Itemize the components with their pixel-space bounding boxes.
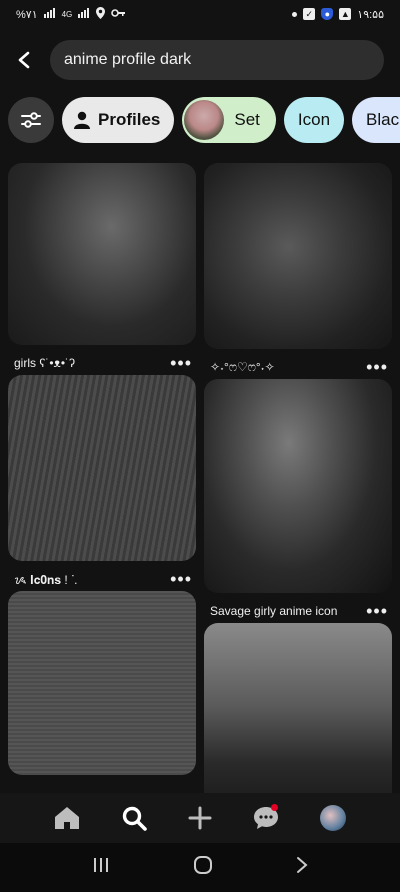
pin-meta: girls ʕ˙•ᴥ•˙ʔ ••• (8, 345, 196, 375)
plus-icon (188, 806, 212, 830)
nav-profile[interactable] (315, 800, 351, 836)
battery-text: %۷۱ (16, 8, 38, 21)
status-right: ✓ ● ▲ ۱۹:۵۵ (292, 8, 384, 21)
search-icon (122, 806, 147, 831)
set-thumbnail (184, 100, 225, 140)
chip-set-label: Set (234, 110, 260, 129)
recent-apps-icon (93, 858, 108, 872)
more-options-icon[interactable]: ••• (170, 354, 192, 372)
signal-icon (43, 7, 56, 21)
chip-set[interactable]: Set (182, 97, 276, 143)
chip-icon-label: Icon (297, 110, 331, 129)
search-input[interactable]: anime profile dark (50, 40, 384, 80)
feed-column-left: girls ʕ˙•ᴥ•˙ʔ ••• ᝰ 𝐈𝐜𝟎𝐧𝐬 ! ᐝ. ••• (8, 163, 196, 775)
key-icon (111, 8, 126, 21)
more-options-icon[interactable]: ••• (366, 358, 388, 376)
pin-title: girls ʕ˙•ᴥ•˙ʔ (14, 356, 76, 370)
home-icon (55, 807, 80, 829)
pin-image[interactable] (8, 591, 196, 775)
pin-card[interactable] (204, 623, 392, 793)
home-system-button[interactable] (193, 855, 213, 880)
back-system-button[interactable] (296, 856, 308, 879)
shield-icon: ● (321, 8, 334, 20)
more-options-icon[interactable]: ••• (366, 602, 388, 620)
pin-image[interactable] (204, 163, 392, 349)
recent-apps-button[interactable] (92, 857, 110, 878)
pin-card[interactable]: ✧˖°ෆ♡ෆ°˖✧ ••• (204, 163, 392, 379)
system-navigation-bar (0, 843, 400, 892)
nav-home[interactable] (49, 800, 85, 836)
pin-image[interactable] (204, 379, 392, 593)
bottom-navigation (0, 793, 400, 843)
image-icon: ▲ (339, 8, 352, 20)
feed-column-right: ✧˖°ෆ♡ෆ°˖✧ ••• Savage girly anime icon ••… (204, 163, 392, 793)
search-header: anime profile dark (0, 40, 400, 80)
notification-dot-icon (292, 11, 298, 17)
more-options-icon[interactable]: ••• (170, 570, 192, 588)
status-bar: %۷۱ 4G ✓ ● ▲ ۱۹:۵۵ (0, 0, 400, 28)
checkbox-icon: ✓ (303, 8, 316, 20)
chip-icon[interactable]: Icon (283, 97, 345, 143)
network-type: 4G (61, 9, 73, 19)
nav-messages[interactable] (248, 800, 284, 836)
chip-profiles[interactable]: Profiles (62, 97, 175, 143)
chip-black[interactable]: Black (352, 97, 400, 143)
chevron-right-icon (297, 857, 308, 873)
pin-image[interactable] (8, 375, 196, 561)
chip-black-label: Black (366, 110, 400, 129)
filter-sliders-icon (21, 112, 41, 128)
location-icon (96, 6, 106, 22)
pin-title: ✧˖°ෆ♡ෆ°˖✧ (210, 359, 275, 374)
person-icon (74, 111, 90, 129)
filter-chips-bar: Profiles Set Icon Black (8, 97, 400, 143)
nav-create[interactable] (182, 800, 218, 836)
status-left: %۷۱ 4G (16, 6, 126, 22)
pin-card[interactable]: ᝰ 𝐈𝐜𝟎𝐧𝐬 ! ᐝ. ••• (8, 375, 196, 591)
pin-image[interactable] (204, 623, 392, 793)
back-button[interactable] (0, 40, 48, 80)
pin-meta: ✧˖°ෆ♡ෆ°˖✧ ••• (204, 349, 392, 379)
clock-time: ۱۹:۵۵ (357, 8, 384, 21)
pin-meta: ᝰ 𝐈𝐜𝟎𝐧𝐬 ! ᐝ. ••• (8, 561, 196, 591)
pin-feed: girls ʕ˙•ᴥ•˙ʔ ••• ᝰ 𝐈𝐜𝟎𝐧𝐬 ! ᐝ. ••• ✧˖°ෆ♡… (8, 163, 392, 793)
home-circle-icon (193, 856, 212, 874)
avatar (319, 805, 346, 831)
signal-icon-2 (78, 7, 90, 21)
back-arrow-icon (18, 51, 30, 69)
search-query-text: anime profile dark (64, 51, 192, 68)
pin-card[interactable] (8, 591, 196, 775)
pin-card[interactable]: girls ʕ˙•ᴥ•˙ʔ ••• (8, 163, 196, 375)
chip-profiles-label: Profiles (98, 110, 161, 129)
pin-card[interactable]: Savage girly anime icon ••• (204, 379, 392, 623)
nav-search[interactable] (116, 800, 152, 836)
filter-button[interactable] (8, 97, 54, 143)
pin-title: ᝰ 𝐈𝐜𝟎𝐧𝐬 ! ᐝ. (14, 572, 78, 587)
pin-title: Savage girly anime icon (210, 604, 338, 618)
pin-meta: Savage girly anime icon ••• (204, 593, 392, 623)
pin-image[interactable] (8, 163, 196, 345)
